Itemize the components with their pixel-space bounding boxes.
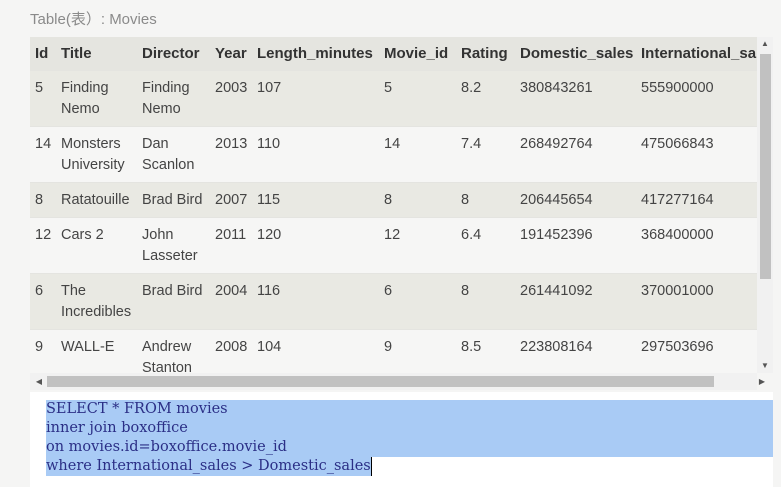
table-cell: Brad Bird xyxy=(137,181,210,217)
table-cell: 6 xyxy=(30,272,56,329)
column-header: Rating xyxy=(456,37,515,70)
column-header: Domestic_sales xyxy=(515,37,636,70)
table-cell: 368400000 xyxy=(636,216,757,273)
column-header: Year xyxy=(210,37,252,70)
table-cell: 223808164 xyxy=(515,328,636,373)
column-header: Title xyxy=(56,37,137,70)
table-cell: Andrew Stanton xyxy=(137,328,210,373)
table-cell: 107 xyxy=(252,69,379,126)
table-row: 12 Cars 2 John Lasseter 2011 120 12 6.4 1914523… xyxy=(30,216,757,273)
column-header: Id xyxy=(30,37,56,70)
results-table-viewport[interactable]: Id Title Director Year Length_minutes Movie_i… xyxy=(30,37,757,373)
table-row: 5 Finding Nemo Finding Nemo 2003 107 5 8.2 3808… xyxy=(30,69,757,126)
table-row: 14 Monsters University Dan Scanlon 2013 110 1… xyxy=(30,125,757,182)
vertical-scroll-thumb[interactable] xyxy=(760,54,771,279)
table-cell: 297503696 xyxy=(636,328,757,373)
column-header: Director xyxy=(137,37,210,70)
table-cell: Finding Nemo xyxy=(56,69,137,126)
table-cell: 8.2 xyxy=(456,69,515,126)
column-header: Movie_id xyxy=(379,37,456,70)
table-cell: 7.4 xyxy=(456,125,515,182)
table-cell: 261441092 xyxy=(515,272,636,329)
table-cell: Finding Nemo xyxy=(137,69,210,126)
column-header: International_sales xyxy=(636,37,757,70)
table-cell: Dan Scanlon xyxy=(137,125,210,182)
table-cell: 8 xyxy=(30,181,56,217)
table-cell: 6.4 xyxy=(456,216,515,273)
table-row: 9 WALL-E Andrew Stanton 2008 104 9 8.5 22380816… xyxy=(30,328,757,373)
table-cell: The Incredibles xyxy=(56,272,137,329)
results-table: Id Title Director Year Length_minutes Movie_i… xyxy=(30,37,757,373)
table-cell: 206445654 xyxy=(515,181,636,217)
table-cell: 191452396 xyxy=(515,216,636,273)
scroll-right-icon[interactable]: ▶ xyxy=(755,373,769,390)
code-line: SELECT * FROM movies xyxy=(46,401,228,417)
table-caption: Table(表）: Movies xyxy=(30,11,157,28)
table-cell: 14 xyxy=(379,125,456,182)
table-cell: 5 xyxy=(30,69,56,126)
query-page: Table(表）: Movies Id Title Director Year Leng… xyxy=(0,0,781,487)
table-cell: 417277164 xyxy=(636,181,757,217)
table-cell: Brad Bird xyxy=(137,272,210,329)
table-cell: WALL-E xyxy=(56,328,137,373)
horizontal-scroll-thumb[interactable] xyxy=(47,376,714,387)
vertical-scrollbar[interactable]: ▲ ▼ xyxy=(757,37,773,373)
table-cell: 9 xyxy=(30,328,56,373)
table-header-row: Id Title Director Year Length_minutes Movie_i… xyxy=(30,37,757,70)
code-line: inner join boxoffice xyxy=(46,420,188,436)
table-cell: 475066843 xyxy=(636,125,757,182)
code-line: where International_sales > Domestic_sal… xyxy=(46,458,371,474)
scroll-down-icon[interactable]: ▼ xyxy=(757,359,773,373)
table-cell: Ratatouille xyxy=(56,181,137,217)
table-cell: 2004 xyxy=(210,272,252,329)
table-cell: 9 xyxy=(379,328,456,373)
table-cell: 8 xyxy=(456,181,515,217)
table-cell: 14 xyxy=(30,125,56,182)
table-cell: 5 xyxy=(379,69,456,126)
table-cell: 268492764 xyxy=(515,125,636,182)
horizontal-scrollbar[interactable]: ◀ ▶ xyxy=(30,373,765,390)
table-row: 8 Ratatouille Brad Bird 2007 115 8 8 206445654 4… xyxy=(30,181,757,217)
table-cell: 12 xyxy=(379,216,456,273)
table-cell: 2007 xyxy=(210,181,252,217)
table-cell: 115 xyxy=(252,181,379,217)
table-cell: 2008 xyxy=(210,328,252,373)
table-row: 6 The Incredibles Brad Bird 2004 116 6 8 261441… xyxy=(30,272,757,329)
table-cell: 8 xyxy=(456,272,515,329)
scroll-up-icon[interactable]: ▲ xyxy=(757,37,773,51)
table-body: 5 Finding Nemo Finding Nemo 2003 107 5 8.2 3808… xyxy=(30,69,757,373)
code-line: on movies.id=boxoffice.movie_id xyxy=(46,439,287,455)
table-cell: Monsters University xyxy=(56,125,137,182)
table-cell: 12 xyxy=(30,216,56,273)
table-cell: 370001000 xyxy=(636,272,757,329)
table-cell: 110 xyxy=(252,125,379,182)
table-cell: 6 xyxy=(379,272,456,329)
table-cell: John Lasseter xyxy=(137,216,210,273)
table-cell: 8 xyxy=(379,181,456,217)
table-cell: 555900000 xyxy=(636,69,757,126)
table-cell: 2011 xyxy=(210,216,252,273)
table-cell: 120 xyxy=(252,216,379,273)
table-cell: 8.5 xyxy=(456,328,515,373)
sql-editor[interactable]: SELECT * FROM movies inner join boxoffic… xyxy=(30,392,773,487)
scroll-left-icon[interactable]: ◀ xyxy=(32,373,46,390)
table-cell: 380843261 xyxy=(515,69,636,126)
text-caret xyxy=(370,457,372,476)
table-cell: 116 xyxy=(252,272,379,329)
table-cell: 104 xyxy=(252,328,379,373)
table-cell: 2003 xyxy=(210,69,252,126)
column-header: Length_minutes xyxy=(252,37,379,70)
table-cell: Cars 2 xyxy=(56,216,137,273)
table-cell: 2013 xyxy=(210,125,252,182)
